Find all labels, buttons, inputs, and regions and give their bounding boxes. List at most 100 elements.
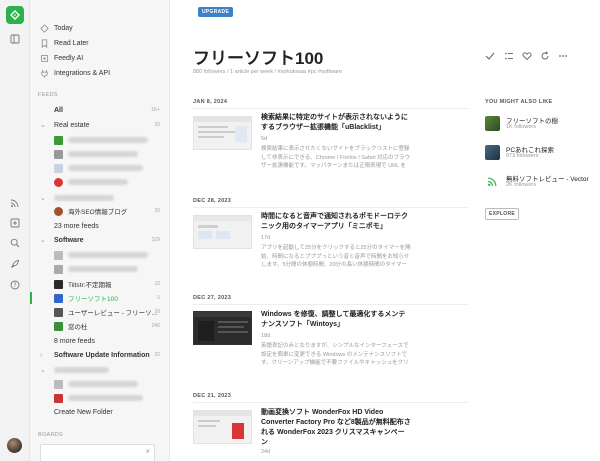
bookmark-icon xyxy=(39,38,49,48)
blurred-folder-name xyxy=(54,195,114,201)
article-excerpt: 検索結果に表示させたくないサイトをブラックリストに登録して非表示にできる、Chr… xyxy=(261,146,411,170)
chevron-down-icon[interactable]: ⌄ xyxy=(40,236,46,244)
article-thumbnail[interactable] xyxy=(193,215,252,249)
feed-tiltstr[interactable]: Tiltstr:不定期報 10 xyxy=(30,278,169,290)
feed-madonomori[interactable]: 窓の杜 246 xyxy=(30,320,169,332)
nav-integrations[interactable]: Integrations & API xyxy=(30,67,169,79)
more-options-icon[interactable] xyxy=(557,50,569,62)
svg-text:?: ? xyxy=(13,282,16,289)
recommended-feed[interactable]: PCあれこれ探索 973 followers xyxy=(485,144,595,162)
feed-user-review-label: ユーザーレビュー - フリーソ… xyxy=(68,310,159,317)
article-thumbnail[interactable] xyxy=(193,116,252,150)
nav-today-label: Today xyxy=(54,24,73,32)
feed-favicon xyxy=(54,164,63,173)
article-title[interactable]: 時間になると音声で通知されるポモドーロテクニック用のタイマーアプリ「ミニポモ」 xyxy=(261,212,411,232)
article-excerpt: アプリを起動して25分をクリックすると25分のタイマーを開始、時間になるとプププ… xyxy=(261,245,411,269)
navigation-panel: Today Read Later Feedly AI Integrations … xyxy=(30,0,170,461)
folder-software-label: Software xyxy=(54,236,84,244)
feed-favicon xyxy=(54,178,63,187)
blurred-feed-name xyxy=(68,266,138,272)
divider xyxy=(193,304,468,305)
sidebar-toggle-icon[interactable] xyxy=(8,32,22,46)
article-title[interactable]: Windows を修復、調整して最適化するメンテナンスソフト「Wintoys」 xyxy=(261,310,411,330)
blurred-feed-name xyxy=(68,252,148,258)
more-feeds-link[interactable]: 23 more feeds xyxy=(30,220,169,232)
explore-button[interactable]: EXPLORE xyxy=(485,208,519,220)
blurred-feed-name xyxy=(68,137,148,143)
add-content-icon[interactable] xyxy=(8,216,22,230)
feed-madonomori-label: 窓の杜 xyxy=(68,324,88,331)
feed-favicon xyxy=(54,293,63,303)
article-age: 5d xyxy=(261,136,268,142)
article-date: DEC 21, 2023 xyxy=(193,393,232,399)
folder-software-update-count: 32 xyxy=(154,352,160,358)
feedly-logo-icon[interactable] xyxy=(6,6,24,24)
more-feeds-link-2[interactable]: 8 more feeds xyxy=(30,335,169,347)
feeds-rss-icon[interactable] xyxy=(8,196,22,210)
nav-feedly-ai[interactable]: Feedly AI xyxy=(30,52,169,64)
you-might-also-like-header: YOU MIGHT ALSO LIKE xyxy=(485,99,553,105)
chevron-down-icon[interactable]: ⌄ xyxy=(40,194,46,202)
more-feeds-label-2: 8 more feeds xyxy=(54,337,95,345)
divider xyxy=(193,207,468,208)
feed-freesoft100[interactable]: フリーソフト100 5 xyxy=(30,292,169,304)
blurred-feed-name xyxy=(68,395,143,401)
nav-feedly-ai-label: Feedly AI xyxy=(54,54,84,62)
help-icon[interactable]: ? xyxy=(8,278,22,292)
rec-feed-followers: 1K followers xyxy=(506,124,536,130)
mark-read-icon[interactable] xyxy=(484,50,496,62)
rocket-icon[interactable] xyxy=(8,257,22,271)
folder-blurred-2[interactable]: ⌄ xyxy=(30,364,169,376)
folder-real-estate[interactable]: ⌄ Real estate 20 xyxy=(30,119,169,131)
folder-software[interactable]: ⌄ Software 329 xyxy=(30,234,169,246)
feed-favicon xyxy=(54,380,63,389)
feed-madonomori-count: 246 xyxy=(151,323,160,329)
feed-tiltstr-count: 10 xyxy=(154,281,160,287)
nav-today[interactable]: Today xyxy=(30,22,169,34)
close-icon[interactable]: × xyxy=(145,447,150,456)
search-icon[interactable] xyxy=(8,236,22,250)
feed-user-review-count: 30 xyxy=(154,309,160,315)
chevron-right-icon[interactable]: › xyxy=(40,352,42,359)
heart-icon[interactable] xyxy=(521,50,533,62)
feed-title: フリーソフト100 xyxy=(193,49,324,68)
folder-software-update[interactable]: › Software Update Information 32 xyxy=(30,349,169,361)
chevron-down-icon[interactable]: ⌄ xyxy=(40,366,46,374)
layout-list-icon[interactable] xyxy=(503,50,515,62)
feed-user-review[interactable]: ユーザーレビュー - フリーソ… 30 xyxy=(30,306,169,318)
ai-icon xyxy=(39,53,49,63)
today-icon xyxy=(39,23,49,33)
boards-card[interactable]: × xyxy=(40,444,155,461)
divider xyxy=(193,108,468,109)
chevron-down-icon[interactable]: ⌄ xyxy=(40,121,46,129)
folder-blurred[interactable]: ⌄ xyxy=(30,192,169,204)
blurred-feed-name xyxy=(68,165,143,171)
feed-favicon xyxy=(54,394,63,403)
folder-real-estate-label: Real estate xyxy=(54,121,90,129)
feed-favicon xyxy=(54,150,63,159)
create-folder-link[interactable]: Create New Folder xyxy=(30,406,169,418)
nav-all[interactable]: All 1K+ xyxy=(30,104,169,116)
article-date: DEC 27, 2023 xyxy=(193,295,232,301)
recommended-feed[interactable]: 無料ソフトレビュー - Vector 2K followers xyxy=(485,173,595,191)
article-title[interactable]: 検索結果に特定のサイトが表示されないようにするブラウザー拡張機能「uBlackl… xyxy=(261,113,411,133)
article-title[interactable]: 動画変換ソフト WonderFox HD Video Converter Fac… xyxy=(261,408,411,448)
article-date: DEC 28, 2023 xyxy=(193,198,232,204)
feed-seo-blog[interactable]: 海外SEO情報ブログ 20 xyxy=(30,205,169,217)
feed-freesoft100-label: フリーソフト100 xyxy=(68,296,118,303)
feed-favicon xyxy=(54,251,63,260)
feed-freesoft100-count: 5 xyxy=(157,295,160,301)
feed-favicon xyxy=(54,265,63,274)
article-thumbnail[interactable] xyxy=(193,410,252,444)
user-avatar[interactable] xyxy=(7,438,22,453)
feed-tiltstr-label: Tiltstr:不定期報 xyxy=(68,282,112,289)
refresh-icon[interactable] xyxy=(539,50,551,62)
more-feeds-label: 23 more feeds xyxy=(54,222,99,230)
nav-integrations-label: Integrations & API xyxy=(54,69,111,77)
feed-favicon xyxy=(54,206,63,216)
upgrade-button[interactable]: UPGRADE xyxy=(198,7,234,17)
blurred-feed-name xyxy=(68,151,138,157)
recommended-feed[interactable]: フリーソフトの樹 1K followers xyxy=(485,115,595,133)
nav-read-later[interactable]: Read Later xyxy=(30,37,169,49)
article-thumbnail[interactable] xyxy=(193,311,252,345)
